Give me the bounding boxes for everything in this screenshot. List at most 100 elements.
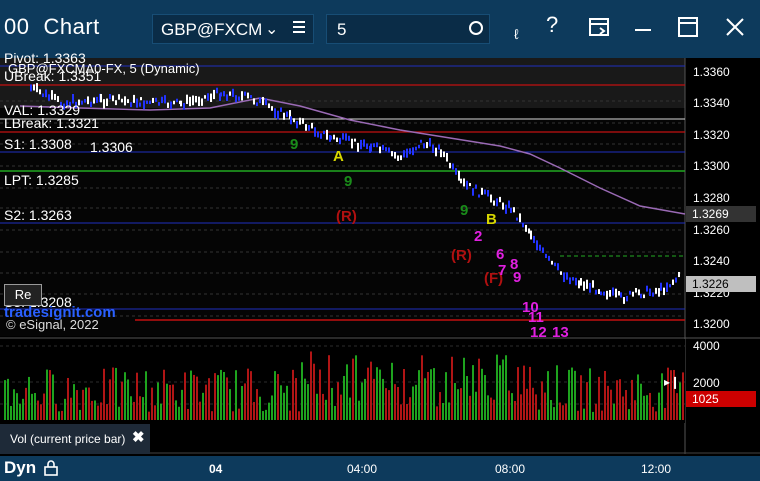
price-bar	[385, 147, 387, 152]
dyn-label[interactable]: Dyn	[4, 458, 36, 478]
volume-bar	[190, 370, 192, 420]
maximize-icon[interactable]	[677, 16, 699, 38]
volume-bar	[169, 384, 171, 420]
price-bar	[290, 116, 292, 125]
level-label-pivot: Pivot: 1.3363	[4, 50, 86, 66]
price-bar	[146, 100, 148, 104]
price-bar	[640, 293, 642, 299]
price-bar	[376, 142, 378, 148]
count-magenta: 9	[513, 269, 522, 286]
price-bar	[566, 272, 568, 280]
price-bar	[161, 96, 163, 104]
volume-bar	[304, 378, 306, 420]
price-bar	[314, 127, 316, 137]
chart-area[interactable]: GBP@FXCMA0-FX, 5 (Dynamic) Pivot: 1.3363…	[0, 50, 760, 481]
volume-bar	[280, 385, 282, 420]
price-bar	[115, 100, 117, 106]
price-bar	[198, 96, 200, 107]
price-bar	[201, 98, 203, 106]
close-icon[interactable]	[724, 16, 746, 38]
volume-bar	[484, 375, 486, 420]
volume-bar	[442, 402, 444, 420]
scroll-to-end-icon[interactable]: ▸❙	[664, 375, 680, 389]
volume-bar	[130, 396, 132, 420]
interval-input[interactable]: 5	[326, 14, 490, 44]
price-bar	[183, 103, 185, 110]
volume-bar	[646, 395, 648, 420]
cursor-icon[interactable]: ℓ	[514, 26, 519, 42]
volume-bar	[16, 393, 18, 420]
volume-bar	[232, 411, 234, 420]
close-icon[interactable]: ✖	[132, 428, 145, 446]
price-bar	[406, 148, 408, 158]
price-bar	[326, 129, 328, 140]
volume-bar	[238, 408, 240, 420]
volume-bar	[493, 399, 495, 420]
minimize-icon[interactable]	[632, 18, 654, 38]
chevron-down-icon[interactable]: ⌄	[265, 19, 278, 39]
volume-legend-label: Vol (current price bar)	[10, 432, 126, 446]
volume-bar	[616, 380, 618, 420]
volume-bar	[373, 378, 375, 420]
price-bar	[658, 288, 660, 297]
volume-bar	[598, 376, 600, 420]
price-bar	[229, 91, 231, 96]
price-bar	[36, 83, 38, 93]
volume-bar	[403, 369, 405, 420]
volume-bar	[124, 372, 126, 420]
volume-bar	[46, 369, 48, 420]
count-green: 9	[344, 173, 353, 190]
list-icon[interactable]	[293, 21, 305, 35]
volume-bar	[67, 377, 69, 420]
volume-bar	[325, 399, 327, 420]
help-icon[interactable]: ?	[546, 12, 558, 38]
volume-bar	[172, 384, 174, 420]
symbol-text: GBP@FXCM	[161, 20, 263, 39]
volume-bar	[247, 368, 249, 420]
clock-icon[interactable]	[469, 21, 483, 35]
volume-bar	[292, 369, 294, 420]
volume-bar	[85, 387, 87, 420]
volume-bar	[364, 378, 366, 420]
price-bar	[536, 240, 538, 251]
price-label-extra: 1.3306	[90, 139, 133, 155]
lock-icon[interactable]	[44, 460, 58, 476]
price-bar	[330, 135, 332, 140]
volume-bar	[490, 397, 492, 420]
layout-icon[interactable]	[588, 16, 610, 38]
price-bar	[505, 204, 507, 214]
volume-bar	[634, 400, 636, 420]
volume-bar	[631, 379, 633, 420]
price-bar	[443, 151, 445, 158]
price-bar	[106, 98, 108, 107]
price-bar	[280, 107, 282, 112]
price-bar	[140, 97, 142, 101]
price-bar	[502, 202, 504, 210]
volume-bar	[34, 393, 36, 420]
price-bar	[311, 122, 313, 129]
volume-bar	[226, 377, 228, 420]
volume-bar	[271, 395, 273, 420]
price-bar	[435, 147, 437, 157]
volume-bar	[283, 392, 285, 420]
volume-bar	[103, 368, 105, 420]
price-bar	[136, 98, 138, 108]
volume-bar	[436, 406, 438, 420]
volume-bar	[391, 362, 393, 420]
re-button[interactable]: Re	[4, 284, 42, 306]
volume-bar	[676, 393, 678, 420]
volume-bar	[535, 394, 537, 420]
volume-bar	[274, 371, 276, 420]
volume-bar	[406, 403, 408, 420]
volume-bar	[415, 384, 417, 420]
price-bar	[420, 139, 422, 143]
price-bar	[403, 150, 405, 158]
volume-bar	[541, 381, 543, 420]
price-bar	[394, 151, 396, 159]
price-bar	[460, 178, 462, 184]
price-bar	[589, 282, 591, 293]
symbol-input[interactable]: GBP@FXCM ⌄	[152, 14, 314, 44]
volume-bar	[358, 400, 360, 420]
title-bar: 00 Chart GBP@FXCM ⌄ 5 ℓ ?	[0, 0, 760, 58]
chart-canvas[interactable]	[0, 58, 760, 481]
